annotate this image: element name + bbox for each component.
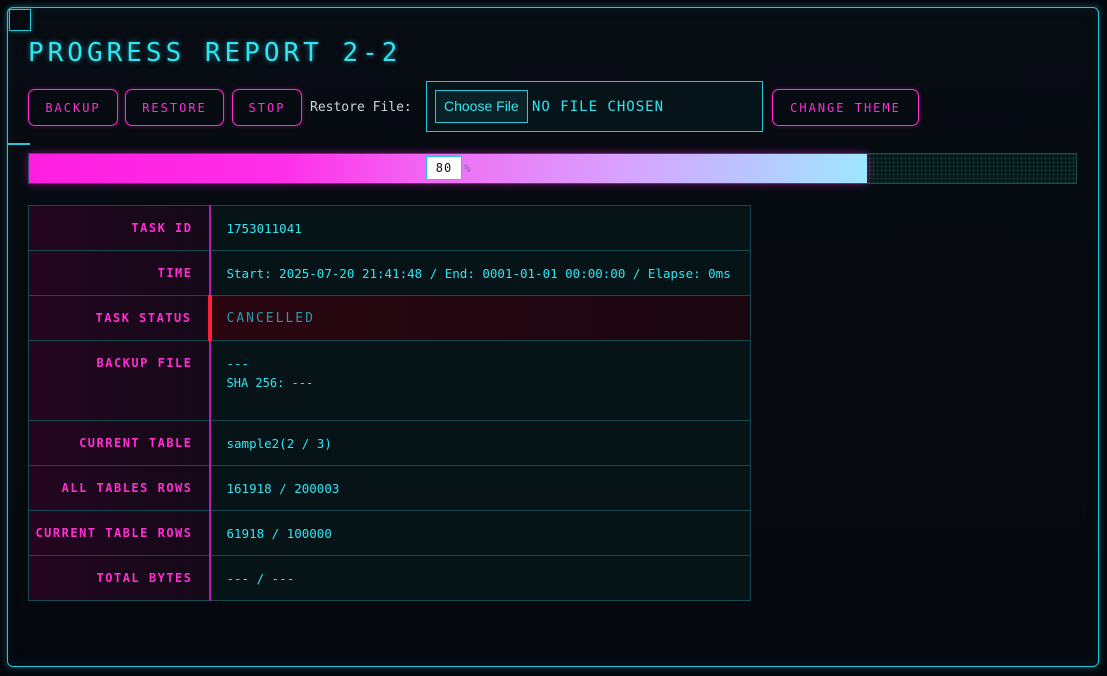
all-tables-rows-value: 161918 / 200003: [209, 465, 751, 511]
table-row: ALL TABLES ROWS 161918 / 200003: [28, 465, 751, 511]
table-row: CURRENT TABLE sample2(2 / 3): [28, 420, 751, 466]
task-id-label: TASK ID: [28, 205, 211, 251]
stop-button[interactable]: STOP: [232, 89, 302, 126]
current-table-label: CURRENT TABLE: [28, 420, 211, 466]
restore-file-label: Restore File:: [310, 100, 412, 115]
current-table-rows-label: CURRENT TABLE ROWS: [28, 510, 211, 556]
total-bytes-label: TOTAL BYTES: [28, 555, 211, 601]
progress-bar: 80 %: [28, 153, 1077, 184]
table-row: TASK STATUS CANCELLED: [28, 295, 751, 341]
table-row: TIME Start: 2025-07-20 21:41:48 / End: 0…: [28, 250, 751, 296]
choose-file-button[interactable]: Choose File: [435, 90, 528, 123]
sha256-value: SHA 256: ---: [226, 376, 314, 390]
task-details-table: TASK ID 1753011041 TIME Start: 2025-07-2…: [28, 205, 751, 601]
file-chosen-status: NO FILE CHOSEN: [532, 99, 665, 115]
time-value: Start: 2025-07-20 21:41:48 / End: 0001-0…: [209, 250, 751, 296]
time-label: TIME: [28, 250, 211, 296]
table-row: CURRENT TABLE ROWS 61918 / 100000: [28, 510, 751, 556]
progress-value: 80: [426, 156, 462, 180]
task-id-value: 1753011041: [209, 205, 751, 251]
page-title: PROGRESS REPORT 2-2: [28, 38, 402, 68]
current-table-value: sample2(2 / 3): [209, 420, 751, 466]
divider-mark: [8, 143, 30, 145]
restore-button[interactable]: RESTORE: [125, 89, 224, 126]
table-row: BACKUP FILE --- SHA 256: ---: [28, 340, 751, 421]
total-bytes-value: --- / ---: [209, 555, 751, 601]
corner-toggle[interactable]: [9, 9, 31, 31]
backup-button[interactable]: BACKUP: [28, 89, 118, 126]
restore-file-input[interactable]: Choose File NO FILE CHOSEN: [426, 81, 763, 132]
table-row: TASK ID 1753011041: [28, 205, 751, 251]
change-theme-button[interactable]: CHANGE THEME: [772, 89, 919, 126]
current-table-rows-value: 61918 / 100000: [209, 510, 751, 556]
task-status-label: TASK STATUS: [28, 295, 211, 341]
all-tables-rows-label: ALL TABLES ROWS: [28, 465, 211, 511]
table-row: TOTAL BYTES --- / ---: [28, 555, 751, 601]
backup-file-label: BACKUP FILE: [28, 340, 211, 421]
status-badge: CANCELLED: [207, 295, 751, 341]
backup-file-value: ---: [226, 356, 250, 371]
progress-unit: %: [464, 162, 471, 175]
backup-file-cell: --- SHA 256: ---: [209, 340, 751, 421]
